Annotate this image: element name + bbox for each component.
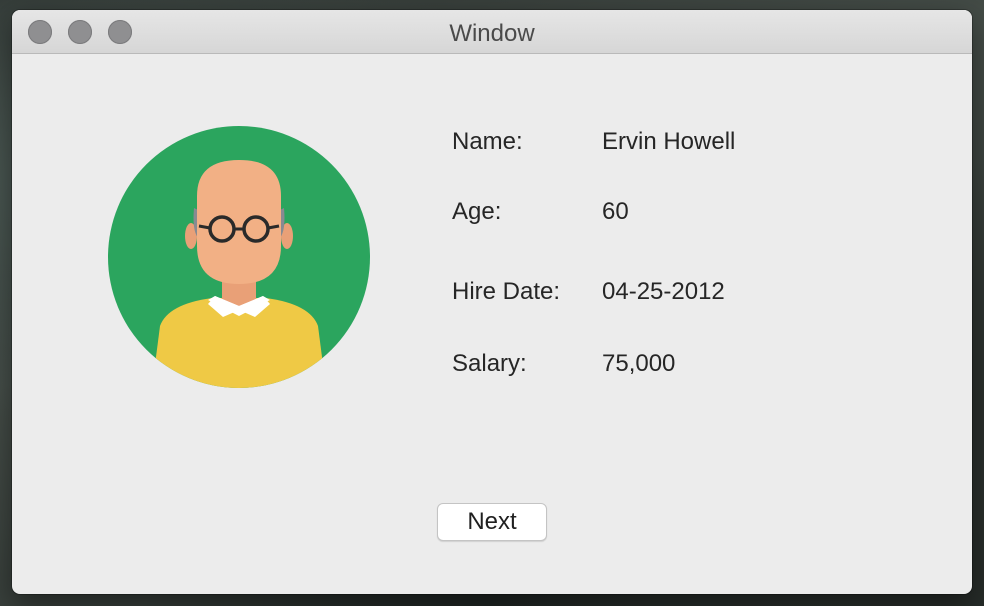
name-value: Ervin Howell	[602, 128, 736, 155]
glasses-left-arm	[198, 224, 211, 230]
salary-value: 75,000	[602, 350, 676, 377]
name-label: Name:	[452, 128, 523, 155]
face-shape	[197, 160, 281, 284]
title-bar[interactable]: Window	[12, 10, 972, 54]
hire-date-value: 04-25-2012	[602, 278, 725, 305]
next-button[interactable]: Next	[437, 503, 547, 541]
hire-date-label: Hire Date:	[452, 278, 561, 305]
window-title: Window	[449, 20, 535, 47]
app-window: Window Name: Ervin Howell Age: 60 Hire D…	[12, 10, 972, 594]
salary-label: Salary:	[452, 350, 527, 377]
glasses-right-arm	[267, 224, 280, 230]
age-value: 60	[602, 198, 629, 225]
person-avatar-icon	[108, 126, 370, 388]
age-label: Age:	[452, 198, 502, 225]
